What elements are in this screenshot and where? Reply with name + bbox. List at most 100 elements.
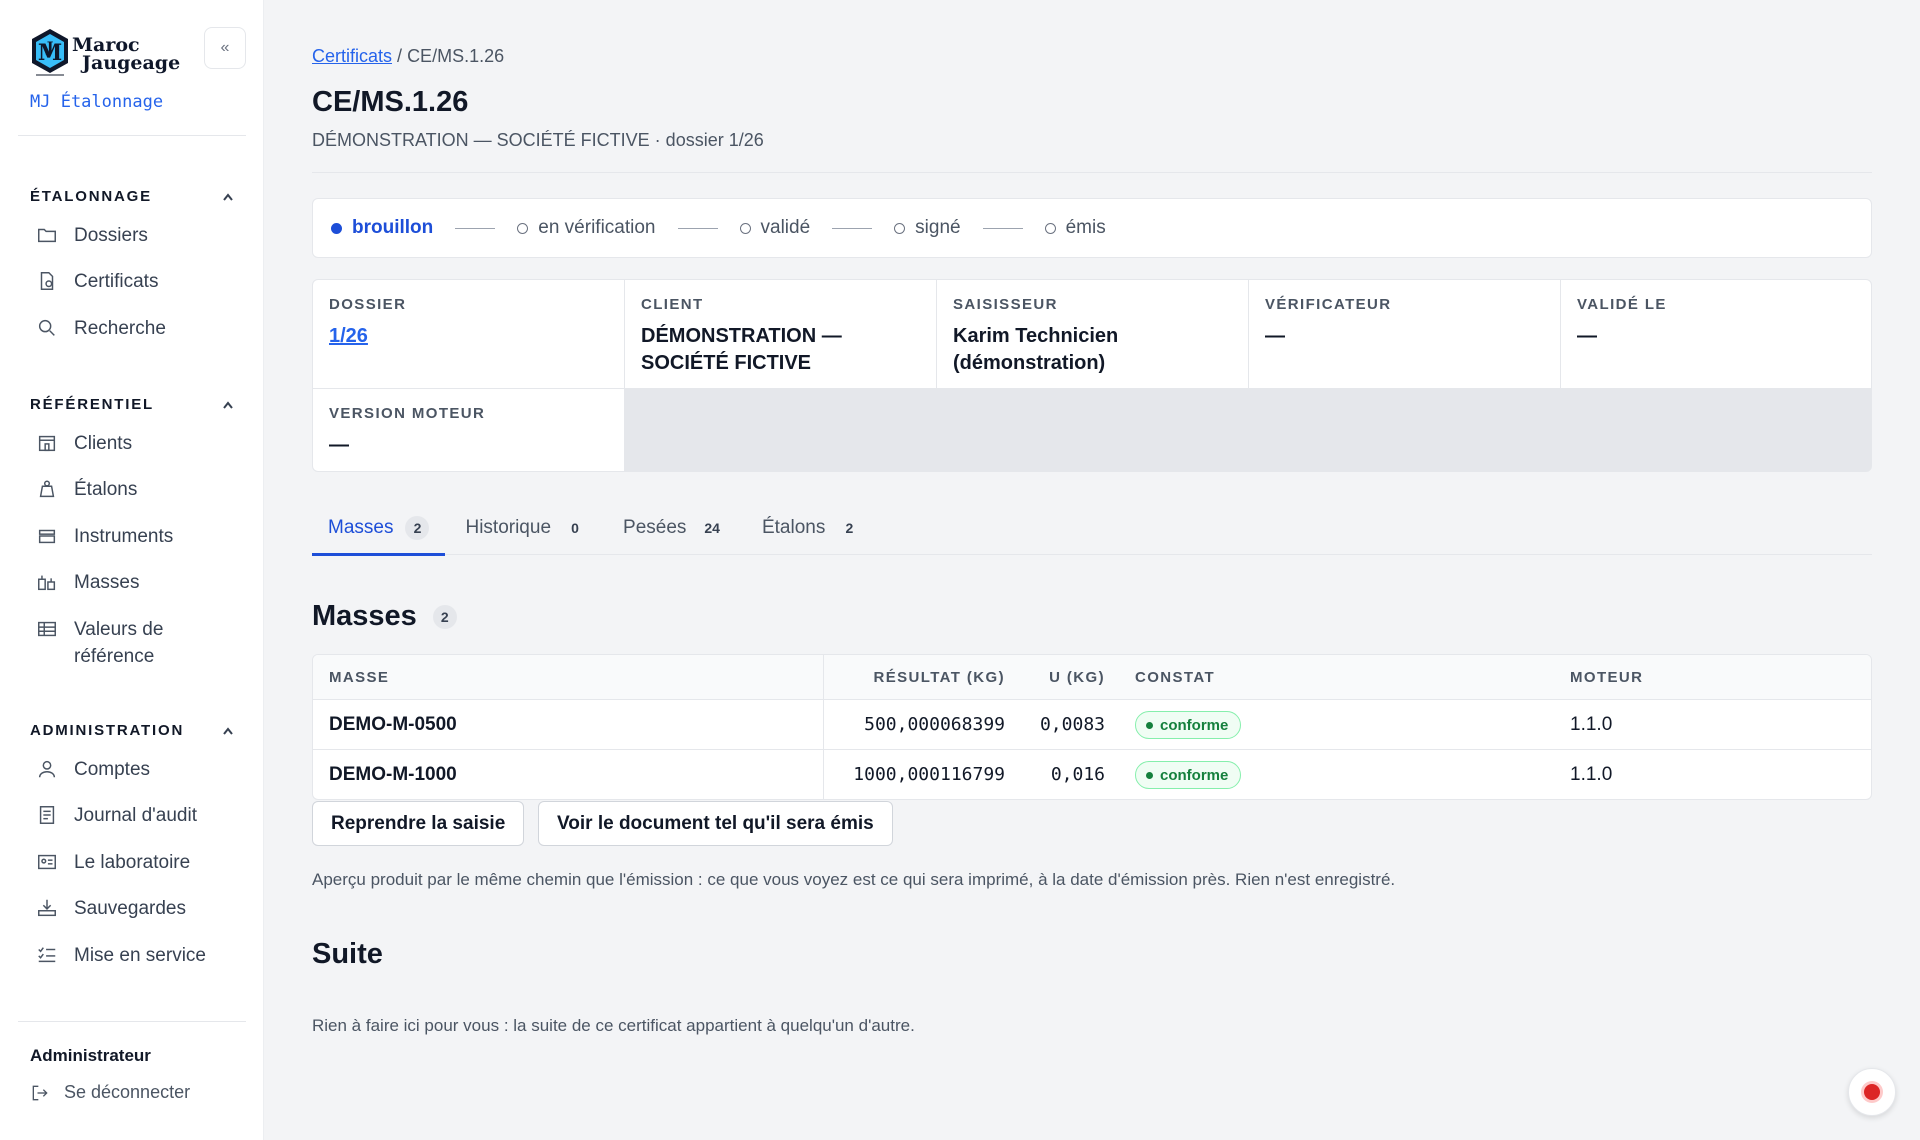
sidebar-item-label: Clients: [74, 433, 133, 454]
logout-label: Se déconnecter: [64, 1082, 191, 1102]
sidebar-item-label: Étalons: [74, 479, 138, 500]
step-label: validé: [760, 217, 811, 238]
divider: [18, 135, 246, 136]
tab-count-badge: 2: [837, 515, 862, 540]
masses-icon: [38, 575, 56, 591]
chevron-up-icon[interactable]: [222, 192, 234, 202]
sidebar-item-label: Dossiers: [74, 225, 148, 246]
info-value: DÉMONSTRATION — SOCIÉTÉ FICTIVE: [641, 325, 842, 374]
workflow-stepper: brouillon en vérification validé signé é…: [312, 198, 1872, 258]
main-content: Certificats / CE/MS.1.26 CE/MS.1.26 DÉMO…: [264, 0, 1920, 1140]
info-value: —: [1265, 325, 1285, 347]
workflow-step-valide: validé: [739, 217, 811, 239]
info-label: CLIENT: [641, 296, 704, 313]
sidebar-item-recherche[interactable]: Recherche: [36, 315, 246, 342]
logout-icon: [32, 1085, 48, 1100]
sidebar-item-clients[interactable]: Clients: [36, 430, 246, 457]
divider: [18, 1021, 246, 1022]
info-value: Karim Technicien (démonstration): [953, 325, 1119, 374]
status-dot-icon: [1146, 721, 1153, 729]
sidebar-item-valeurs-reference[interactable]: Valeurs de référence: [36, 616, 246, 670]
breadcrumb-separator: /: [397, 46, 403, 66]
info-valide-le: VALIDÉ LE —: [1561, 280, 1871, 388]
sidebar-item-label: Mise en service: [74, 945, 206, 966]
cell-resultat: 1000,000116799: [853, 764, 1005, 785]
info-label: VALIDÉ LE: [1577, 296, 1667, 313]
info-verificateur: VÉRIFICATEUR —: [1249, 280, 1560, 388]
sidebar-item-sauvegardes[interactable]: Sauvegardes: [36, 895, 246, 922]
sidebar-item-journal-audit[interactable]: Journal d'audit: [36, 802, 246, 829]
search-icon: [38, 319, 55, 336]
workflow-step-brouillon: brouillon: [331, 217, 433, 239]
record-button[interactable]: [1848, 1068, 1896, 1116]
step-dot-icon: [331, 222, 342, 234]
sidebar-item-label: Journal d'audit: [74, 805, 197, 826]
table-row[interactable]: DEMO-M-0500 500,000068399 0,0083 conform…: [313, 700, 1871, 750]
column-header-masse: MASSE: [329, 669, 390, 686]
sidebar-item-laboratoire[interactable]: Le laboratoire: [36, 849, 246, 876]
logout-link[interactable]: Se déconnecter: [30, 1082, 190, 1103]
breadcrumb-current: CE/MS.1.26: [407, 46, 505, 66]
cell-masse: DEMO-M-1000: [329, 764, 457, 785]
preview-document-button[interactable]: Voir le document tel qu'il sera émis: [538, 801, 893, 846]
dossier-link[interactable]: 1/26: [329, 325, 368, 347]
tab-etalons[interactable]: Étalons 2: [746, 500, 877, 555]
certificate-icon: [40, 272, 54, 290]
chevron-up-icon[interactable]: [222, 726, 234, 736]
current-user-name: Administrateur: [30, 1046, 151, 1065]
section-title-referentiel: RÉFÉRENTIEL: [30, 396, 154, 413]
step-dot-icon: [894, 222, 906, 234]
info-label: DOSSIER: [329, 296, 407, 313]
sidebar-item-etalons[interactable]: Étalons: [36, 476, 246, 503]
breadcrumb-link-certificats[interactable]: Certificats: [312, 46, 392, 66]
page-subtitle: DÉMONSTRATION — SOCIÉTÉ FICTIVE · dossie…: [312, 130, 764, 150]
tab-label: Pesées: [623, 516, 687, 538]
cell-u: 0,0083: [1039, 714, 1105, 735]
collapse-sidebar-button[interactable]: «: [204, 27, 246, 69]
step-label: émis: [1065, 217, 1106, 238]
section-heading-suite: Suite: [312, 938, 383, 971]
tab-pesees[interactable]: Pesées 24: [607, 500, 742, 555]
sidebar-item-label: Masses: [74, 572, 140, 593]
column-header-u: U (KG): [1049, 669, 1105, 686]
section-title-administration: ADMINISTRATION: [30, 722, 185, 739]
info-label: VERSION MOTEUR: [329, 405, 486, 422]
sidebar-item-dossiers[interactable]: Dossiers: [36, 222, 246, 249]
status-badge: conforme: [1135, 711, 1242, 739]
weight-icon: [39, 480, 55, 498]
journal-icon: [39, 806, 55, 824]
divider: [312, 172, 1872, 173]
sidebar-item-masses[interactable]: Masses: [36, 569, 246, 596]
sidebar-item-certificats[interactable]: Certificats: [36, 268, 246, 295]
sidebar-item-label: Comptes: [74, 759, 151, 780]
step-dot-icon: [1044, 222, 1056, 234]
sidebar-item-label: Recherche: [74, 318, 166, 339]
svg-text:J: J: [45, 40, 54, 56]
table-row[interactable]: DEMO-M-1000 1000,000116799 0,016 conform…: [313, 750, 1871, 799]
status-label: conforme: [1160, 766, 1229, 784]
building-icon: [38, 435, 56, 452]
tab-masses[interactable]: Masses 2: [312, 500, 446, 556]
sidebar-item-mise-en-service[interactable]: Mise en service: [36, 942, 246, 969]
user-icon: [38, 760, 56, 778]
brand-logo[interactable]: M J Maroc Jaugeage: [28, 26, 188, 84]
sidebar-item-instruments[interactable]: Instruments: [36, 523, 246, 550]
step-label: brouillon: [352, 217, 434, 238]
column-header-moteur: MOTEUR: [1570, 669, 1644, 686]
id-card-icon: [38, 854, 56, 870]
info-saisisseur: SAISISSEUR Karim Technicien (démonstrati…: [937, 280, 1248, 388]
tab-label: Historique: [465, 516, 552, 538]
resume-entry-button[interactable]: Reprendre la saisie: [312, 801, 525, 846]
section-title: Masses: [312, 600, 417, 632]
chevron-up-icon[interactable]: [222, 400, 234, 410]
column-header-resultat: RÉSULTAT (KG): [873, 669, 1005, 686]
sidebar-item-comptes[interactable]: Comptes: [36, 756, 246, 783]
sidebar: M J Maroc Jaugeage MJ Étalonnage « ÉTALO…: [0, 0, 264, 1140]
preview-note: Aperçu produit par le même chemin que l'…: [312, 870, 1396, 889]
info-dossier: DOSSIER 1/26: [313, 280, 624, 388]
masses-table: MASSE RÉSULTAT (KG) U (KG) CONSTAT MOTEU…: [312, 654, 1872, 800]
status-label: conforme: [1160, 716, 1229, 734]
sidebar-item-label: Valeurs de référence: [74, 619, 164, 667]
tab-count-badge: 24: [698, 515, 726, 540]
tab-historique[interactable]: Historique 0: [449, 500, 603, 555]
